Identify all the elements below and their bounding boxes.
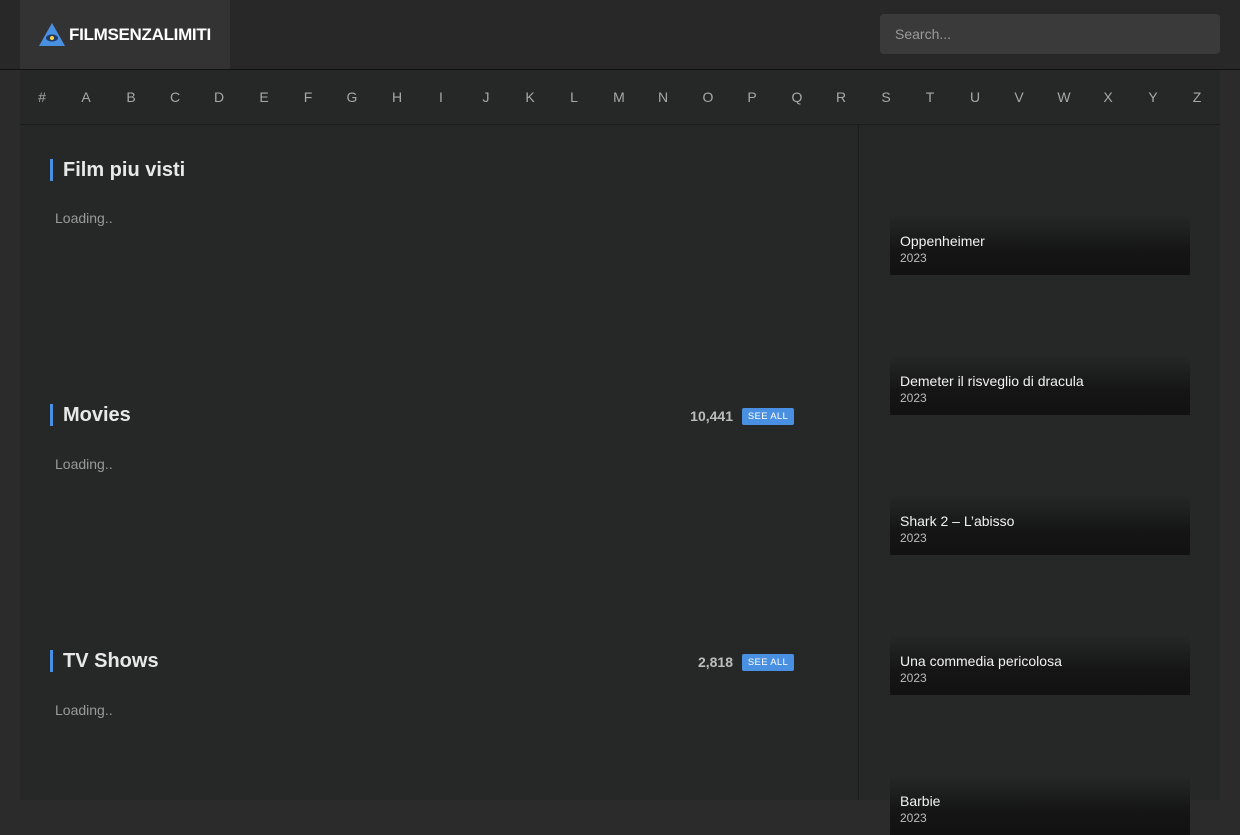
sidebar-movie-card[interactable]: Demeter il risveglio di dracula 2023 bbox=[890, 300, 1190, 415]
sidebar-movie-card[interactable]: Barbie 2023 bbox=[890, 720, 1190, 835]
alphabet-letter[interactable]: # bbox=[38, 70, 46, 125]
card-title: Oppenheimer bbox=[900, 233, 985, 249]
alphabet-letter[interactable]: R bbox=[836, 70, 846, 125]
alphabet-letter[interactable]: A bbox=[81, 70, 90, 125]
column-divider bbox=[858, 125, 859, 800]
movies-see-all-button[interactable]: SEE ALL bbox=[742, 408, 794, 425]
alphabet-letter[interactable]: B bbox=[126, 70, 135, 125]
section-title-tv-shows: TV Shows bbox=[50, 650, 159, 672]
alphabet-letter[interactable]: C bbox=[170, 70, 180, 125]
alphabet-letter[interactable]: G bbox=[347, 70, 358, 125]
alphabet-letter[interactable]: X bbox=[1103, 70, 1112, 125]
alphabet-letter[interactable]: Z bbox=[1193, 70, 1202, 125]
alphabet-letter[interactable]: S bbox=[881, 70, 890, 125]
search-input[interactable] bbox=[880, 14, 1220, 54]
alphabet-letter[interactable]: F bbox=[304, 70, 313, 125]
alphabet-letter[interactable]: I bbox=[439, 70, 443, 125]
logo-text: FILMSENZALIMITI bbox=[69, 24, 211, 44]
tv-shows-see-all-button[interactable]: SEE ALL bbox=[742, 654, 794, 671]
alphabet-letter[interactable]: U bbox=[970, 70, 980, 125]
alphabet-letter[interactable]: Y bbox=[1148, 70, 1157, 125]
sidebar-movie-card[interactable]: Oppenheimer 2023 bbox=[890, 160, 1190, 275]
sidebar-movie-card[interactable]: Una commedia pericolosa 2023 bbox=[890, 580, 1190, 695]
section-title-popular: Film piu visti bbox=[50, 159, 185, 181]
loading-text-popular: Loading.. bbox=[55, 210, 113, 226]
alphabet-letter[interactable]: P bbox=[747, 70, 756, 125]
alphabet-letter[interactable]: J bbox=[483, 70, 490, 125]
movies-count: 10,441 bbox=[690, 408, 733, 424]
card-title: Una commedia pericolosa bbox=[900, 653, 1062, 669]
card-year: 2023 bbox=[900, 531, 927, 545]
card-year: 2023 bbox=[900, 251, 927, 265]
main-content: Film piu visti Loading.. Movies 10,441 S… bbox=[20, 125, 1220, 835]
tv-shows-count: 2,818 bbox=[697, 654, 733, 670]
alphabet-nav: # A B C D E F G H I J K L M N O P Q R S … bbox=[20, 70, 1220, 125]
alphabet-letter[interactable]: V bbox=[1014, 70, 1023, 125]
alphabet-letter[interactable]: H bbox=[392, 70, 402, 125]
alphabet-letter[interactable]: E bbox=[259, 70, 268, 125]
alphabet-letter[interactable]: T bbox=[926, 70, 935, 125]
card-year: 2023 bbox=[900, 671, 927, 685]
alphabet-letter[interactable]: N bbox=[658, 70, 668, 125]
site-header: FILMSENZALIMITI bbox=[0, 0, 1240, 70]
card-title: Shark 2 – L’abisso bbox=[900, 513, 1015, 529]
card-year: 2023 bbox=[900, 391, 927, 405]
alphabet-letter[interactable]: W bbox=[1057, 70, 1070, 125]
alphabet-letter[interactable]: O bbox=[703, 70, 714, 125]
alphabet-letter[interactable]: M bbox=[613, 70, 625, 125]
card-title: Barbie bbox=[900, 793, 941, 809]
alphabet-letter[interactable]: K bbox=[525, 70, 534, 125]
logo-eye-icon bbox=[39, 22, 65, 46]
site-logo[interactable]: FILMSENZALIMITI bbox=[20, 0, 230, 69]
sidebar-movie-card[interactable]: Shark 2 – L’abisso 2023 bbox=[890, 440, 1190, 555]
card-title: Demeter il risveglio di dracula bbox=[900, 373, 1084, 389]
alphabet-letter[interactable]: Q bbox=[792, 70, 803, 125]
loading-text-tv-shows: Loading.. bbox=[55, 702, 113, 718]
alphabet-letter[interactable]: L bbox=[570, 70, 578, 125]
section-title-movies: Movies bbox=[50, 404, 131, 426]
alphabet-letter[interactable]: D bbox=[214, 70, 224, 125]
card-year: 2023 bbox=[900, 811, 927, 825]
loading-text-movies: Loading.. bbox=[55, 456, 113, 472]
